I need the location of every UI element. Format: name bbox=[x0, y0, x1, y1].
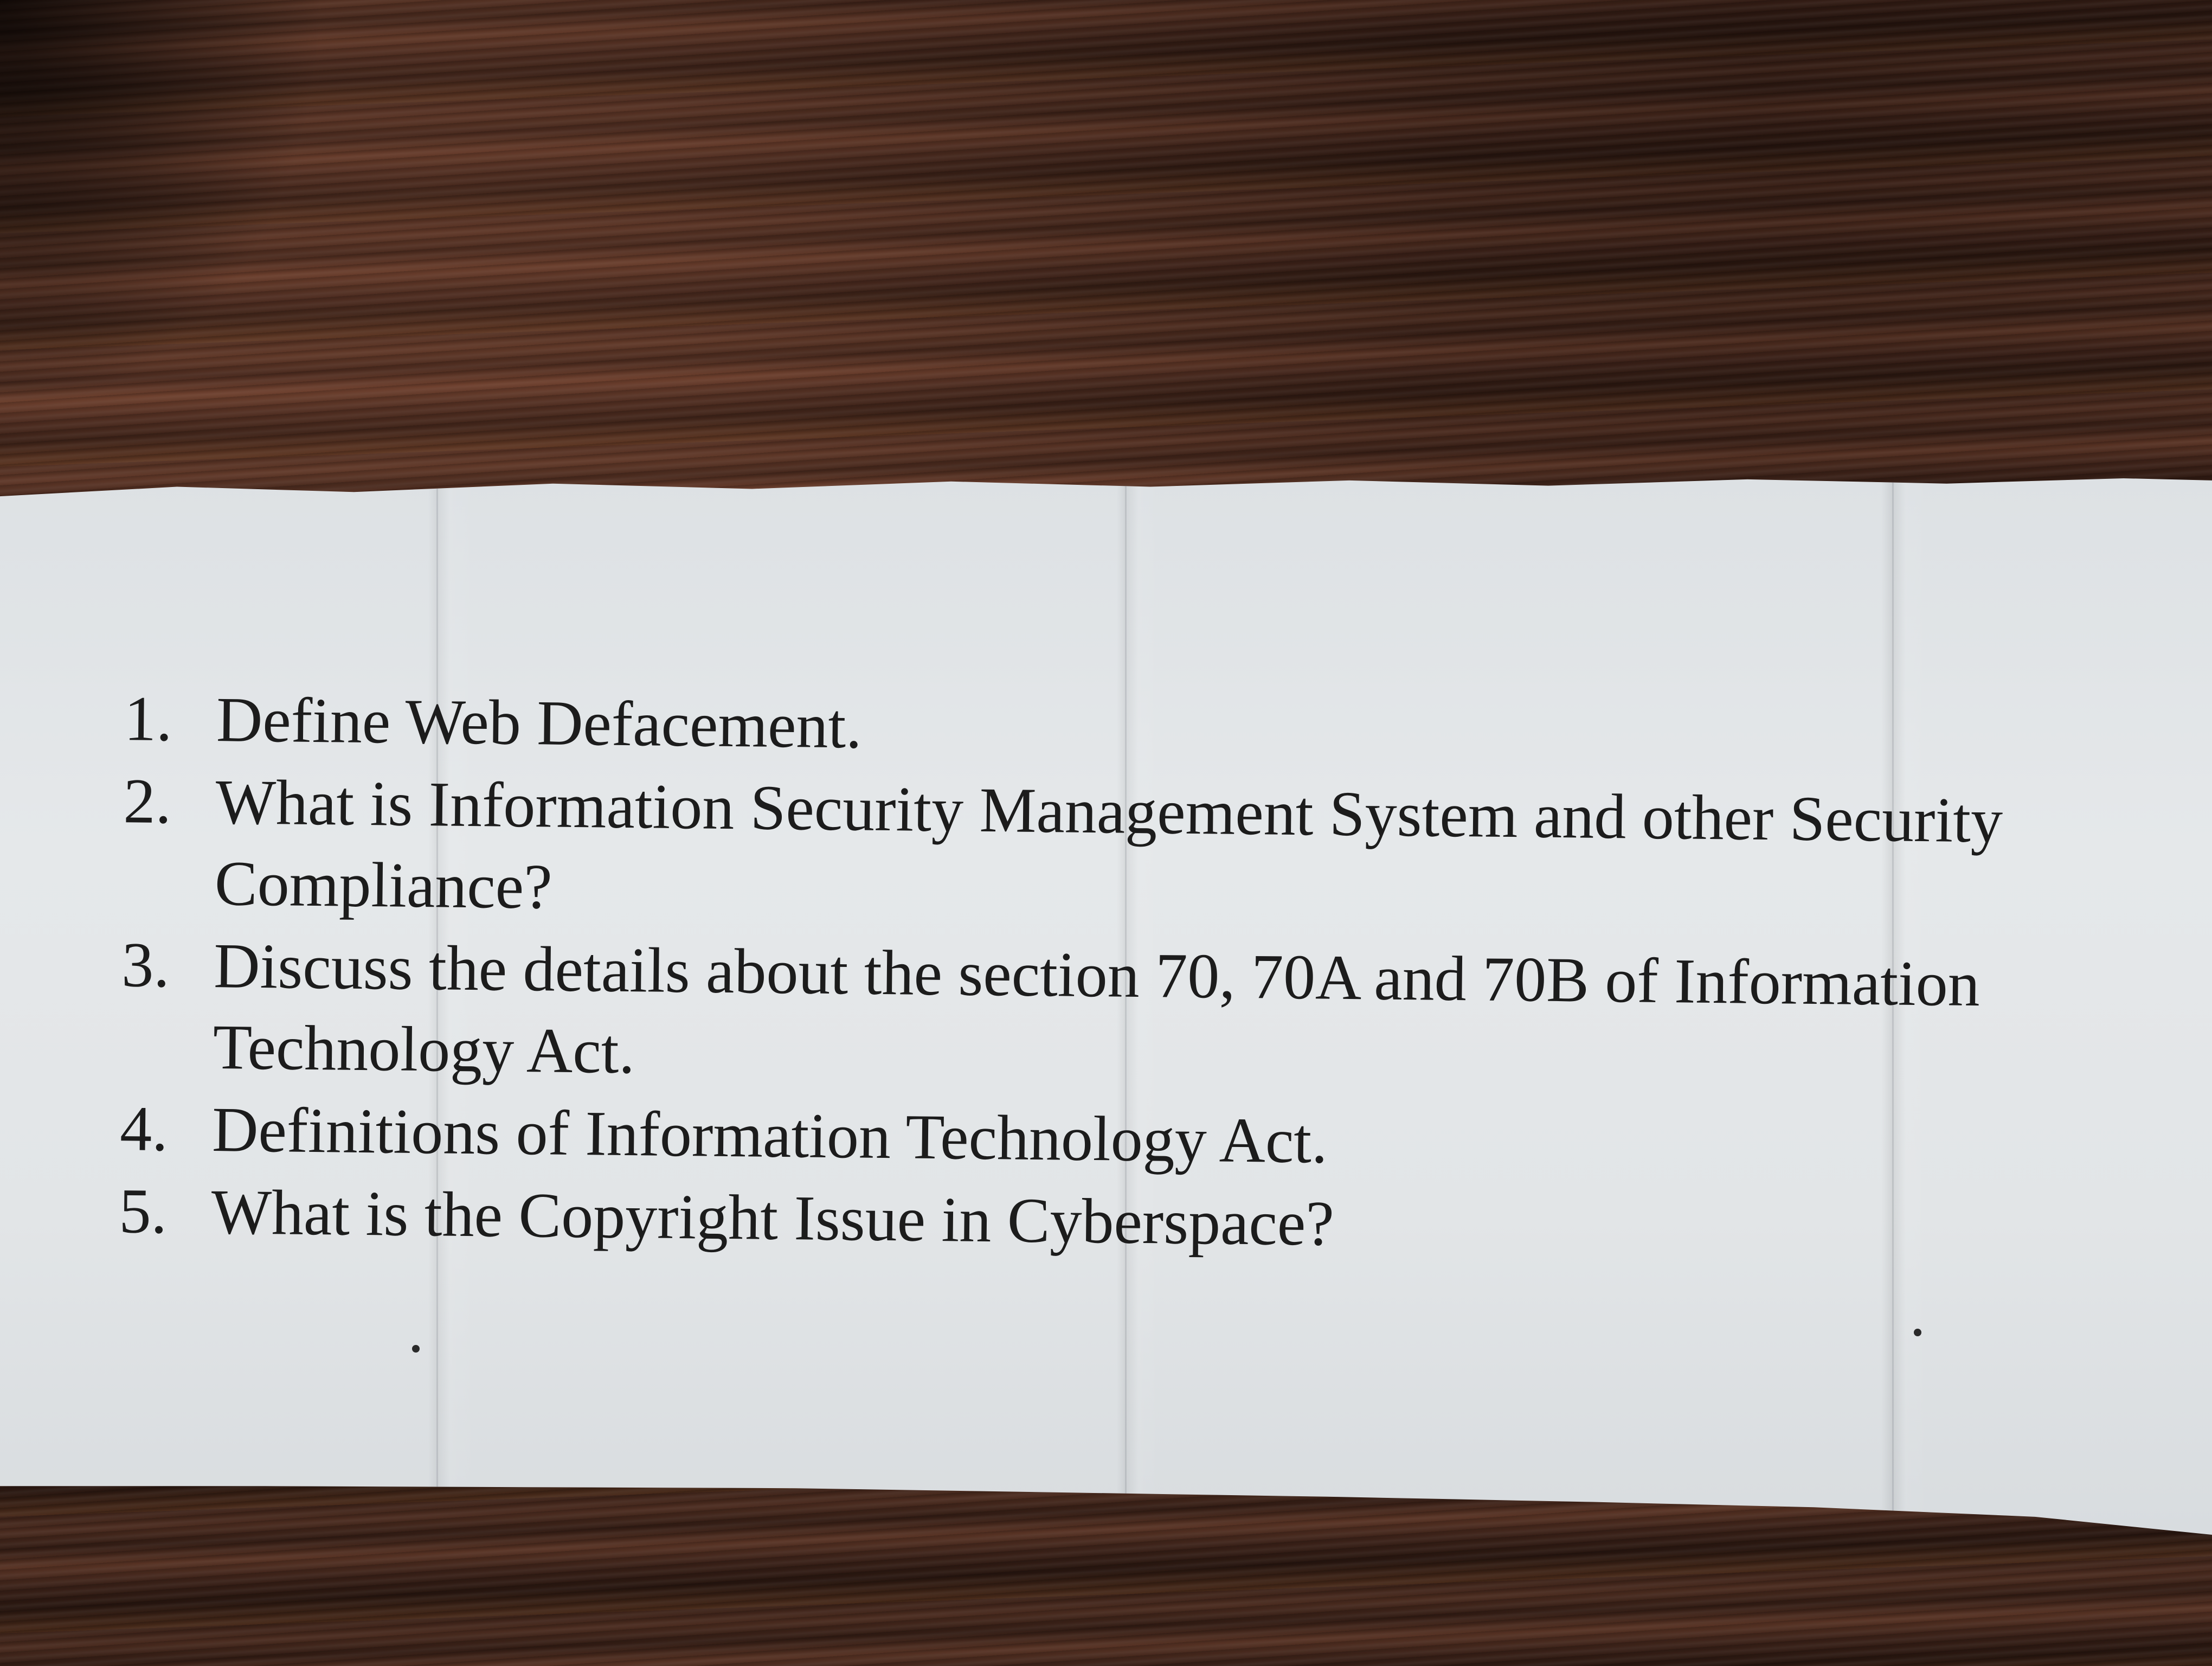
question-number: 2. bbox=[123, 765, 172, 837]
corner-shadow bbox=[0, 0, 380, 488]
ink-speck bbox=[412, 1345, 420, 1353]
question-number: 5. bbox=[119, 1175, 168, 1247]
question-number: 4. bbox=[119, 1093, 169, 1165]
question-text: Discuss the details about the section 70… bbox=[213, 930, 1980, 1087]
question-text: What is Information Security Management … bbox=[214, 766, 2003, 922]
question-number: 3. bbox=[121, 929, 170, 1001]
list-item: 3. Discuss the details about the section… bbox=[104, 924, 2166, 1108]
ink-speck bbox=[1914, 1329, 1921, 1336]
question-list: 1. Define Web Defacement. 2. What is Inf… bbox=[102, 678, 2169, 1274]
question-number: 1. bbox=[124, 683, 173, 755]
list-item: 2. What is Information Security Manageme… bbox=[106, 760, 2168, 945]
